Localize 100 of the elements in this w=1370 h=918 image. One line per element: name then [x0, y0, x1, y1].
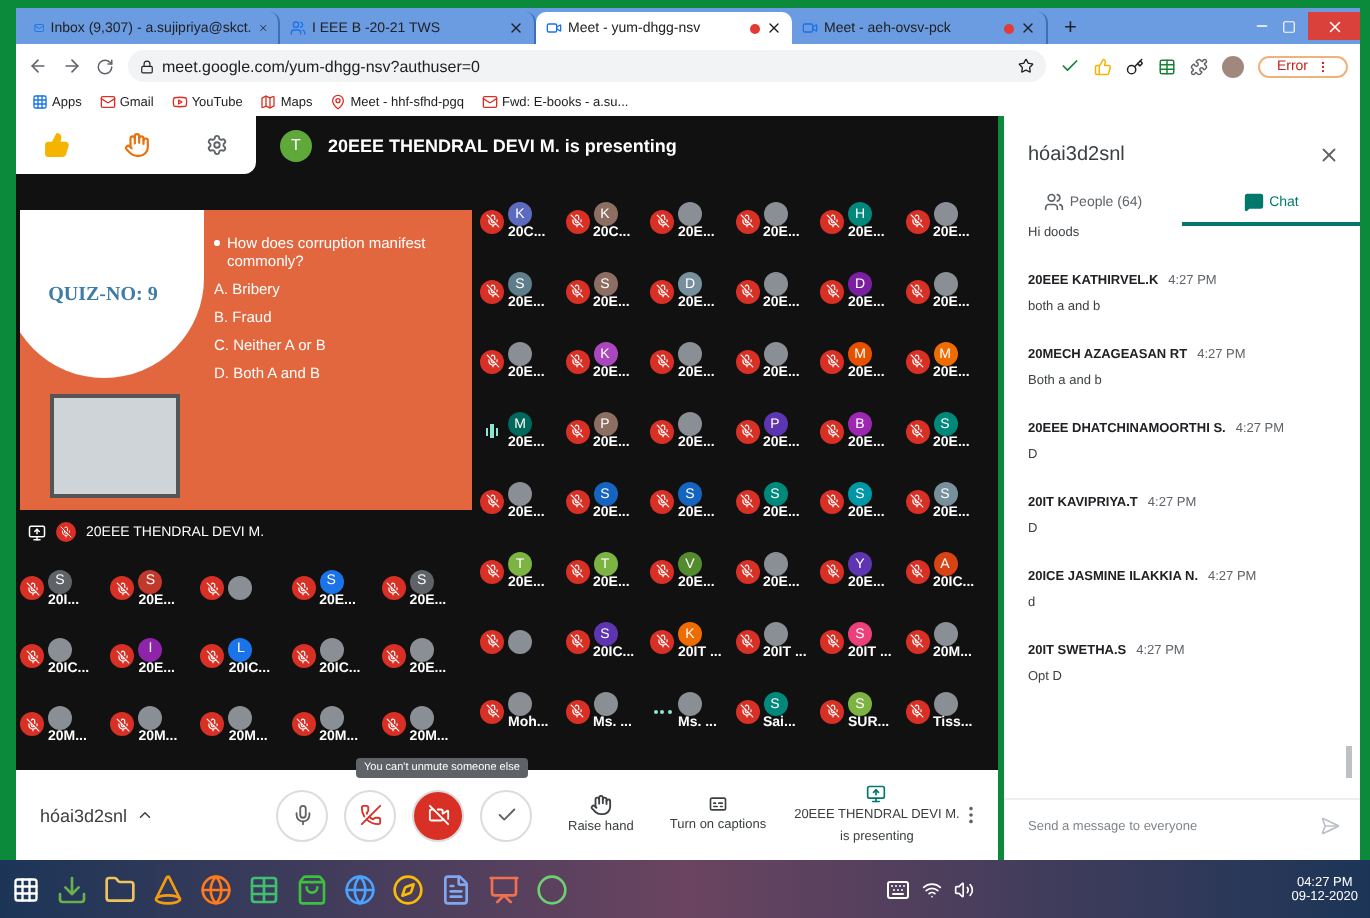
orb-icon[interactable] [536, 873, 568, 905]
check-button[interactable] [480, 789, 532, 841]
microphone-button[interactable] [276, 789, 328, 841]
people-icon [1043, 192, 1064, 212]
mic-off-icon [570, 284, 584, 298]
tab-favicon-icon [290, 20, 306, 36]
profile-avatar[interactable] [1222, 55, 1245, 77]
mic-off-icon [115, 581, 130, 595]
back-icon[interactable] [28, 56, 48, 76]
mic-off-icon [740, 704, 754, 718]
mic-off-icon [655, 214, 669, 228]
new-tab-button[interactable]: + [1048, 16, 1093, 44]
avatar-silhouette [319, 637, 344, 661]
mic-off-icon [386, 717, 401, 731]
photo-placeholder [50, 394, 180, 498]
close-icon[interactable] [1318, 144, 1340, 166]
network-icon[interactable] [921, 879, 942, 899]
spreadsheet-icon[interactable] [248, 873, 280, 905]
avatar-silhouette [593, 692, 617, 716]
reload-icon[interactable] [96, 57, 114, 75]
keyboard-icon[interactable] [885, 877, 910, 901]
camera-off-icon [427, 804, 449, 826]
mic-off-icon [485, 564, 499, 578]
mic-off-icon [570, 494, 584, 508]
avatar-silhouette [763, 552, 787, 576]
round-browser-icon[interactable] [392, 873, 424, 905]
present-icon [866, 784, 887, 805]
key-icon[interactable] [1126, 57, 1145, 75]
hand-icon [589, 793, 612, 816]
shopping-bag-icon[interactable] [296, 873, 328, 905]
mic-off-icon [910, 424, 924, 438]
mic-off-icon [825, 704, 839, 718]
avatar-silhouette [48, 705, 72, 729]
meeting-code[interactable]: hóai3d2snl [40, 805, 276, 825]
chat-bubble-icon [1243, 192, 1264, 212]
thumbs-up-icon[interactable] [1094, 57, 1113, 75]
mic-off-icon [485, 704, 499, 718]
mic-off-icon [485, 214, 499, 228]
mic-off-icon [485, 494, 499, 508]
star-icon[interactable] [1018, 58, 1035, 74]
puzzle-icon[interactable] [1190, 57, 1209, 75]
mic-off-icon [205, 717, 220, 731]
mic-off-icon [825, 564, 839, 578]
camera-button[interactable] [412, 789, 464, 841]
avatar-silhouette [409, 637, 434, 661]
folder-icon[interactable] [104, 873, 136, 905]
mic-off-icon [115, 649, 130, 663]
slides-icon[interactable] [488, 873, 520, 905]
apps-icon [32, 94, 48, 110]
avatar-silhouette [228, 576, 253, 600]
slide-title: QUIZ-NO: 9 [48, 283, 158, 305]
avatar-silhouette [763, 272, 787, 296]
mic-off-icon [296, 581, 311, 595]
close-icon[interactable] [766, 20, 782, 36]
checkmark-icon[interactable] [1060, 56, 1081, 76]
mic-off-icon [825, 634, 839, 648]
mic-off-icon [740, 634, 754, 648]
mic-off-icon [485, 354, 499, 368]
hang-up-button[interactable] [344, 789, 396, 841]
mic-off-icon [910, 214, 924, 228]
avatar-silhouette [508, 342, 532, 366]
panel-title: hóai3d2snl [1028, 144, 1125, 166]
address-bar[interactable]: meet.google.com/yum-dhgg-nsv?authuser=0 [128, 50, 1047, 82]
avatar-silhouette [138, 705, 163, 729]
document-icon[interactable] [440, 873, 472, 905]
avatar-silhouette [508, 629, 532, 653]
thumbs-up-icon[interactable] [43, 132, 70, 158]
pin-icon [330, 94, 347, 110]
settings-icon[interactable] [206, 134, 229, 156]
download-arrows-icon[interactable] [56, 873, 88, 905]
avatar-silhouette [508, 692, 532, 716]
avatar-silhouette [933, 272, 957, 296]
chevron-up-icon [135, 806, 154, 824]
fox-browser-icon[interactable] [200, 873, 232, 905]
grid-icon[interactable] [1158, 57, 1177, 75]
mic-off-icon [825, 494, 839, 508]
close-icon [1325, 17, 1343, 35]
mic-off-icon [655, 634, 669, 648]
forward-icon[interactable] [62, 56, 82, 76]
start-menu-icon[interactable] [12, 875, 40, 903]
avatar-silhouette [678, 342, 702, 366]
avatar-silhouette [319, 705, 344, 729]
video-icon [171, 94, 188, 110]
close-icon[interactable] [1020, 20, 1036, 36]
mic-off-icon [386, 649, 401, 663]
mic-off-icon [910, 354, 924, 368]
avatar-silhouette [763, 342, 787, 366]
mic-off-icon [386, 581, 401, 595]
mic-off-icon [740, 284, 754, 298]
close-icon[interactable] [508, 20, 524, 36]
raised-hand-icon[interactable] [124, 132, 151, 158]
volume-icon[interactable] [953, 879, 974, 899]
captions-icon [707, 794, 728, 815]
traffic-cone-icon[interactable] [152, 873, 184, 905]
mic-off-icon [115, 717, 130, 731]
mic-off-icon [485, 634, 499, 648]
checkmark-icon [495, 804, 517, 826]
globe-icon[interactable] [344, 873, 376, 905]
scrollbar-thumb[interactable] [1346, 746, 1352, 778]
mic-off-icon [740, 424, 754, 438]
